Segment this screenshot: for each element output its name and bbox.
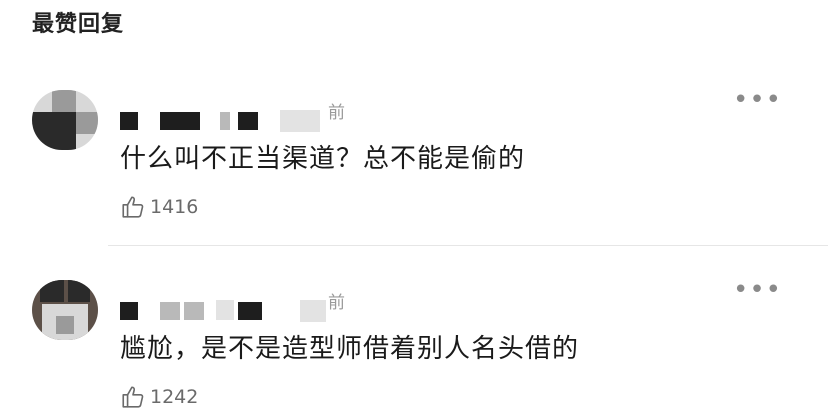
comment-time: 前: [328, 293, 345, 313]
like-count: 1242: [150, 386, 199, 408]
avatar[interactable]: [32, 280, 98, 340]
username-time-obscured: 前: [120, 98, 380, 132]
username-time-obscured: 前: [120, 288, 380, 322]
thumbs-up-icon: [120, 384, 146, 410]
more-horizontal-icon[interactable]: •••: [733, 87, 782, 113]
thumbs-up-icon: [120, 194, 146, 220]
like-button[interactable]: 1242: [120, 384, 198, 410]
like-button[interactable]: 1416: [120, 194, 198, 220]
comment-text: 尴尬，是不是造型师借着别人名头借的: [120, 334, 580, 364]
comment-text: 什么叫不正当渠道？总不能是偷的: [120, 144, 526, 174]
avatar[interactable]: [32, 90, 98, 150]
like-count: 1416: [150, 196, 199, 218]
more-horizontal-icon[interactable]: •••: [733, 277, 782, 303]
divider: [108, 245, 828, 246]
comment-time: 前: [328, 103, 345, 123]
section-title: 最赞回复: [32, 12, 125, 37]
